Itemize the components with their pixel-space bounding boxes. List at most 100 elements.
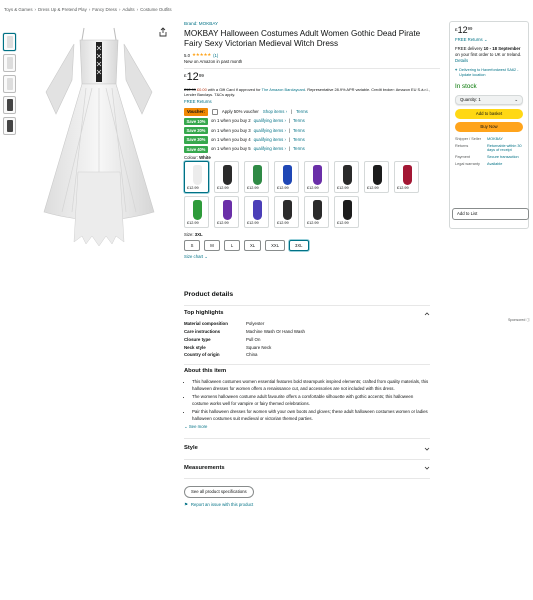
swatch-price: £12.99 [337,221,349,226]
about-bullet: Pair this halloween dresses for women wi… [192,409,430,423]
seller-info-key: Legal warranty [455,162,480,167]
buybox-price-fraction: 99 [467,26,473,31]
colour-swatch[interactable]: £12.99 [244,196,269,229]
price-fraction: 99 [198,73,204,79]
save-badge: Save 20% [184,126,208,135]
save-terms-link[interactable]: Terms [293,128,305,134]
size-option[interactable]: M [204,239,220,251]
save-badge: Save 40% [184,145,208,153]
colour-swatch[interactable]: £12.99 [214,161,239,194]
breadcrumb-item[interactable]: Toys & Games [4,7,33,12]
price: £ 12 99 [184,72,440,83]
thumbnail-1[interactable] [3,33,16,51]
thumbnail-5[interactable] [3,117,16,135]
size-option[interactable]: S [184,239,200,251]
qualifying-items-link[interactable]: qualifying items › [254,128,286,134]
breadcrumb-item[interactable]: Adults [122,7,134,12]
colour-swatch[interactable]: £12.99 [274,196,299,229]
buy-now-button[interactable]: Buy Now [455,121,523,132]
voucher-shop-link[interactable]: Shop items › [263,109,287,115]
sponsored-label[interactable]: Sponsored ⓘ [508,318,530,323]
colour-swatch[interactable]: £12.99 [394,161,419,194]
product-main-image[interactable] [22,22,176,250]
colour-swatch[interactable]: £12.99 [244,161,269,194]
breadcrumb-item[interactable]: Fancy Dress [92,7,117,12]
colour-swatch[interactable]: £12.99 [274,161,299,194]
buybox-price: £ 12 99 [455,26,523,35]
swatch-price: £12.99 [367,186,379,191]
buybox-free-returns[interactable]: FREE Returns ⌄ [455,37,523,43]
voucher-checkbox[interactable] [211,108,218,115]
gift-offer-price: £0.00 [197,87,207,93]
brand-link[interactable]: Brand: MOKBAY [184,21,440,27]
colour-label-text: Colour: [184,154,198,160]
colour-swatch[interactable]: £12.99 [334,196,359,229]
voucher-terms-link[interactable]: Terms [296,109,308,115]
size-option[interactable]: XL [244,239,262,251]
save-badge: Save 30% [184,136,208,144]
measurements-title: Measurements [184,464,225,471]
quantity-select[interactable]: Quantity: 1 ⌄ [455,94,523,105]
thumbnail-3[interactable] [3,75,16,93]
location-pin-icon: ⌖ [455,67,458,72]
swatch-dress-image [373,165,382,186]
size-option[interactable]: L [224,239,240,251]
save-offer-text: on 1 when you buy 2 [211,118,251,124]
thumbnail-4[interactable] [3,96,16,114]
measurements-header[interactable]: Measurements [184,465,430,473]
save-terms-link[interactable]: Terms [293,118,305,124]
divider [184,68,440,70]
size-option[interactable]: 3XL [289,239,309,251]
save-offer-row: Save 10% on 1 when you buy 2 qualifying it… [184,117,440,125]
colour-swatch[interactable]: £12.99 [304,196,329,229]
spec-value: Pull On [246,336,261,342]
report-issue-link[interactable]: ⚑ Report an issue with this product [184,502,430,508]
image-thumbnails [3,33,17,138]
see-more-link[interactable]: ⌄ See more [184,424,430,430]
top-highlights-header[interactable]: Top highlights [184,310,430,318]
save-terms-link[interactable]: Terms [293,146,305,152]
breadcrumb-item[interactable]: Costume Outfits [140,7,171,12]
chevron-down-icon [424,447,430,451]
size-option[interactable]: XXL [265,239,286,251]
colour-swatch[interactable]: £12.99 [214,196,239,229]
colour-swatch[interactable]: £12.99 [304,161,329,194]
seller-info-value[interactable]: Available [487,162,523,167]
size-chart-link[interactable]: Size chart ⌄ [184,254,440,260]
seller-info-value[interactable]: MOKBAY [487,137,523,142]
save-offer-row: Save 30% on 1 when you buy 4 qualifying it… [184,136,440,144]
star-rating-icon[interactable]: ★★★★★ [192,52,211,58]
save-terms-link[interactable]: Terms [293,137,305,143]
price-whole: 12 [186,71,199,84]
seller-info-value[interactable]: Secure transaction [487,155,523,160]
qualifying-items-link[interactable]: qualifying items › [254,137,286,143]
swatch-price: £12.99 [217,186,229,191]
barclaycard-link[interactable]: The Amazon Barclaycard [262,87,305,92]
qualifying-items-link[interactable]: qualifying items › [254,118,286,124]
rating-count[interactable]: (1) [213,53,218,59]
seller-info: Shipper / Seller MOKBAY Returns Returnable … [455,137,523,168]
colour-swatch[interactable]: £12.99 [184,196,209,229]
size-label: Size: 3XL [184,232,440,238]
save-offer-text: on 1 when you buy 3 [211,127,251,133]
spec-key: Material composition [184,321,228,327]
share-icon[interactable] [158,27,168,37]
qualifying-items-link[interactable]: qualifying items › [254,146,286,152]
add-to-basket-button[interactable]: Add to basket [455,108,523,119]
see-all-specs-button[interactable]: See all product specifications [184,486,254,498]
thumbnail-2[interactable] [3,54,16,72]
style-header[interactable]: Style [184,445,430,453]
swatch-price: £12.99 [307,186,319,191]
seller-info-value[interactable]: Returnable within 30 days of receipt [487,144,523,154]
quantity-value: Quantity: 1 [460,96,481,102]
colour-swatch[interactable]: £12.99 [184,161,209,194]
spec-table: Material composition Polyester Care instru… [184,321,430,358]
rating-row[interactable]: 5.0 ★★★★★ (1) [184,52,440,58]
free-returns-link[interactable]: FREE Returns [184,99,440,105]
colour-swatch[interactable]: £12.99 [334,161,359,194]
delivery-details-link[interactable]: Details [455,58,468,63]
colour-swatch[interactable]: £12.99 [364,161,389,194]
breadcrumb-item[interactable]: Dress Up & Pretend Play [38,7,87,12]
deliver-to-link[interactable]: ⌖ Delivering to Haverfordwest SA62 - Upd… [455,68,523,78]
add-to-list-button[interactable]: Add to List [452,208,529,220]
